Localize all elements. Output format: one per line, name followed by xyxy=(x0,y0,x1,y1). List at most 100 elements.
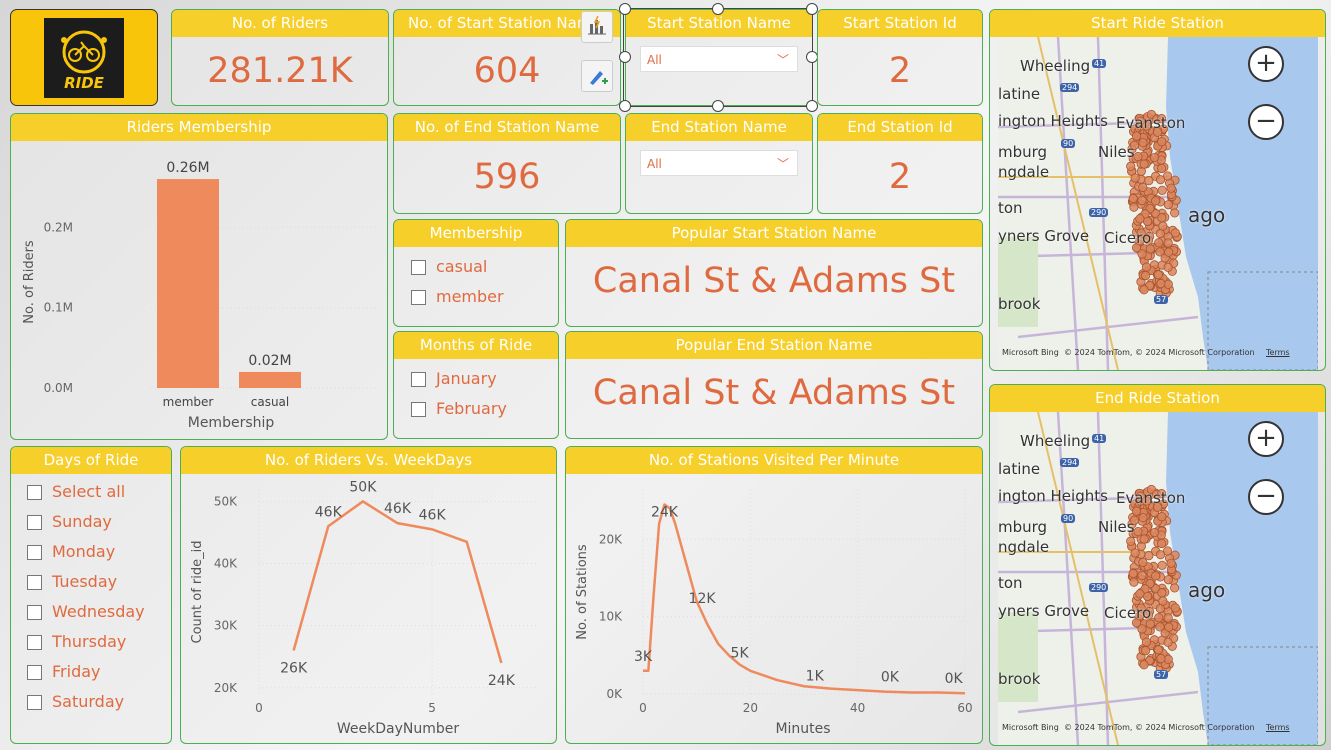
checkbox[interactable] xyxy=(27,694,42,710)
resize-handle[interactable] xyxy=(712,100,724,112)
checkbox[interactable] xyxy=(27,634,42,650)
resize-handle[interactable] xyxy=(619,51,631,63)
station-marker[interactable] xyxy=(1166,183,1176,193)
end-station-name-dropdown[interactable]: All ﹀ xyxy=(640,150,798,176)
resize-handle[interactable] xyxy=(806,100,818,112)
month-option-january[interactable]: January xyxy=(411,364,558,394)
station-marker[interactable] xyxy=(1156,653,1166,664)
membership-option-member[interactable]: member xyxy=(411,282,558,312)
station-marker[interactable] xyxy=(1158,596,1168,606)
day-option-friday[interactable]: Friday xyxy=(27,657,171,687)
station-marker[interactable] xyxy=(1154,613,1164,623)
station-marker[interactable] xyxy=(1170,208,1180,218)
station-marker[interactable] xyxy=(1164,622,1174,632)
station-marker[interactable] xyxy=(1138,182,1148,192)
station-marker[interactable] xyxy=(1128,568,1138,579)
station-marker[interactable] xyxy=(1138,557,1148,567)
station-marker[interactable] xyxy=(1164,247,1174,257)
station-marker[interactable] xyxy=(1157,137,1167,147)
station-marker[interactable] xyxy=(1139,534,1149,544)
station-marker[interactable] xyxy=(1137,571,1147,581)
station-marker[interactable] xyxy=(1155,550,1166,560)
station-marker[interactable] xyxy=(1137,196,1147,206)
station-marker[interactable] xyxy=(1157,512,1167,522)
station-marker[interactable] xyxy=(1156,538,1167,549)
station-marker[interactable] xyxy=(1155,175,1166,185)
station-marker[interactable] xyxy=(1163,238,1173,248)
station-marker[interactable] xyxy=(1156,278,1166,289)
zoom-in-button[interactable]: + xyxy=(1248,421,1284,457)
month-option-february[interactable]: February xyxy=(411,394,558,424)
terms-link[interactable]: Terms xyxy=(1266,723,1290,732)
station-marker[interactable] xyxy=(1141,637,1152,647)
day-option-monday[interactable]: Monday xyxy=(27,537,171,567)
start-ride-map[interactable]: Wheeling latine ington Heights Evanston mbur… xyxy=(998,37,1318,370)
checkbox[interactable] xyxy=(411,371,426,387)
station-marker[interactable] xyxy=(1163,262,1173,272)
end-station-name-slicer[interactable]: End Station Name All ﹀ xyxy=(625,113,813,214)
station-marker[interactable] xyxy=(1131,506,1142,516)
station-marker[interactable] xyxy=(1126,536,1136,546)
station-marker[interactable] xyxy=(1139,159,1149,169)
station-marker[interactable] xyxy=(1135,214,1145,224)
station-marker[interactable] xyxy=(1126,161,1136,171)
checkbox[interactable] xyxy=(27,544,42,560)
station-marker[interactable] xyxy=(1157,185,1167,195)
station-marker[interactable] xyxy=(1170,603,1180,613)
station-marker[interactable] xyxy=(1144,551,1154,561)
station-marker[interactable] xyxy=(1170,583,1180,593)
end-ride-map[interactable]: Wheeling latine ington Heights Evanston mbur… xyxy=(998,412,1318,745)
zoom-out-button[interactable]: − xyxy=(1248,479,1284,515)
station-marker[interactable] xyxy=(1140,646,1151,656)
station-marker[interactable] xyxy=(1157,588,1167,598)
station-marker[interactable] xyxy=(1138,138,1148,148)
checkbox[interactable] xyxy=(27,664,42,680)
day-option-sunday[interactable]: Sunday xyxy=(27,507,171,537)
zoom-out-button[interactable]: − xyxy=(1248,104,1284,140)
checkbox[interactable] xyxy=(411,289,426,305)
bar-casual[interactable] xyxy=(239,371,301,388)
checkbox[interactable] xyxy=(27,574,42,590)
station-marker[interactable] xyxy=(1149,527,1160,538)
station-marker[interactable] xyxy=(1130,173,1140,183)
checkbox[interactable] xyxy=(411,259,426,275)
station-marker[interactable] xyxy=(1170,228,1180,238)
build-visual-button[interactable] xyxy=(581,11,613,43)
day-option-select-all[interactable]: Select all xyxy=(27,477,171,507)
station-marker[interactable] xyxy=(1141,262,1152,272)
day-option-wednesday[interactable]: Wednesday xyxy=(27,597,171,627)
membership-option-casual[interactable]: casual xyxy=(411,252,558,282)
station-marker[interactable] xyxy=(1130,548,1140,558)
station-marker[interactable] xyxy=(1163,637,1173,647)
station-marker[interactable] xyxy=(1163,613,1173,623)
station-marker[interactable] xyxy=(1163,575,1173,585)
station-marker[interactable] xyxy=(1139,285,1149,295)
bar-member[interactable] xyxy=(157,179,219,388)
riders-line-series[interactable] xyxy=(292,499,503,664)
station-marker[interactable] xyxy=(1140,271,1151,281)
day-option-tuesday[interactable]: Tuesday xyxy=(27,567,171,597)
station-marker[interactable] xyxy=(1153,645,1164,655)
zoom-in-button[interactable]: + xyxy=(1248,46,1284,82)
checkbox[interactable] xyxy=(27,514,42,530)
day-option-thursday[interactable]: Thursday xyxy=(27,627,171,657)
station-marker[interactable] xyxy=(1157,560,1167,570)
station-marker[interactable] xyxy=(1149,152,1160,163)
station-marker[interactable] xyxy=(1151,571,1161,581)
terms-link[interactable]: Terms xyxy=(1266,348,1290,357)
station-marker[interactable] xyxy=(1166,558,1176,568)
resize-handle[interactable] xyxy=(619,100,631,112)
day-option-saturday[interactable]: Saturday xyxy=(27,687,171,717)
station-marker[interactable] xyxy=(1138,513,1148,523)
station-marker[interactable] xyxy=(1129,202,1139,212)
resize-handle[interactable] xyxy=(619,3,631,15)
station-marker[interactable] xyxy=(1135,589,1145,599)
station-marker[interactable] xyxy=(1129,577,1139,587)
station-marker[interactable] xyxy=(1158,221,1168,231)
station-marker[interactable] xyxy=(1151,196,1161,206)
checkbox[interactable] xyxy=(27,484,42,500)
station-marker[interactable] xyxy=(1153,270,1164,280)
station-marker[interactable] xyxy=(1154,238,1164,248)
format-visual-button[interactable] xyxy=(581,60,613,92)
resize-handle[interactable] xyxy=(712,3,724,15)
